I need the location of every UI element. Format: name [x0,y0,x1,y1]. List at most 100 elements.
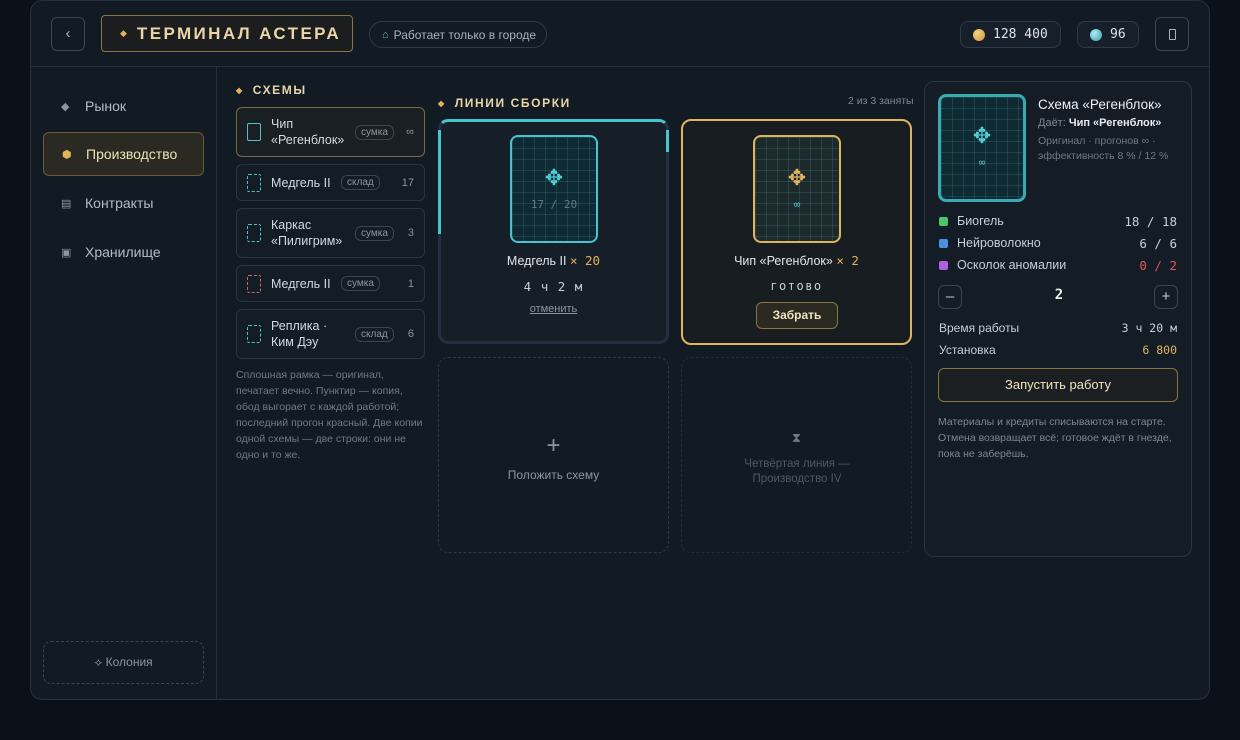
scheme-item[interactable]: Каркас «Пилигрим» сумка 3 [236,208,425,258]
credits-value: 128 400 [993,27,1048,42]
ready-line-qty: × 2 [836,253,859,268]
hourglass-icon: ⧗ [791,430,802,445]
detail-meta: Оригинал · прогонов ∞ · эффективность 8 … [1038,135,1169,162]
time-remaining: 4 ч 2 м [523,279,584,294]
scheme-location-tag: склад [355,326,394,342]
city-only-text: Работает только в городе [393,27,537,42]
schemes-heading: ◆ СХЕМЫ [236,83,307,97]
terminal-window: ‹ ◆ ТЕРМИНАЛ АСТЕРА ⌂ Работает только в … [30,0,1210,700]
material-row: Биогель 18 / 18 [939,211,1177,231]
launch-work-button[interactable]: Запустить работу [938,368,1178,402]
scheme-name: Медгель II [271,276,331,291]
detail-note: Материалы и кредиты списываются на старт… [938,416,1172,460]
empty-line-slot[interactable]: + Положить схему [438,357,669,553]
detail-title: Схема «Регенблок» [1038,97,1162,112]
blueprint-copy-icon [247,224,261,242]
sidebar: ◆ Рынок ⬢ Производство ▤ Контракты ▣ Хра… [31,67,217,699]
scheme-item[interactable]: Реплика · Ким Дэу склад 6 [236,309,425,359]
blueprint-copy-icon [247,173,261,192]
scheme-name: Реплика · Ким Дэу [271,319,328,349]
move-arrows-icon: ✥ [787,165,807,190]
sidebar-item-label: Хранилище [85,244,161,260]
sidebar-item-label: Контракты [85,195,154,211]
diamond-icon: ◆ [438,98,446,108]
scheme-name: Каркас «Пилигрим» [271,218,343,248]
scheme-name: Медгель II [271,175,331,190]
scheme-location-tag: сумка [355,124,394,140]
production-icon: ⬢ [62,148,72,161]
city-only-badge: ⌂ Работает только в городе [369,21,547,48]
infinite-runs: ∞ [978,156,986,169]
sidebar-item-storage[interactable]: ▣ Хранилище [43,230,204,274]
sidebar-item-label: Рынок [85,98,127,114]
ready-status: готово [770,279,823,293]
locked-line-slot: ⧗ Четвёртая линия — Производство IV [681,357,912,553]
runs-remaining: 17 / 20 [530,198,578,211]
scheme-runs-count: 17 [401,176,414,189]
diamond-icon: ◆ [120,28,127,38]
gives-value: Чип «Регенблок» [1068,117,1162,129]
active-line-title: Медгель II × 20 [441,253,666,268]
install-cost-value: 6 800 [1142,343,1177,357]
material-name: Нейроволокно [957,236,1041,250]
gems-value: 96 [1110,27,1126,42]
empty-slot-label: Положить схему [507,468,600,482]
scheme-item[interactable]: Чип «Регенблок» сумка ∞ [236,107,425,157]
back-button[interactable]: ‹ [51,17,85,51]
infinite-runs: ∞ [793,198,801,211]
scheme-runs-count: 6 [407,328,414,340]
material-swatch [939,238,948,248]
quantity-value[interactable]: 2 [1035,287,1083,303]
install-cost-row: Установка 6 800 [939,340,1177,360]
colony-button[interactable]: ⟡ Колония [43,641,204,684]
quantity-decrease-button[interactable]: – [938,285,962,309]
work-time-label: Время работы [939,321,1020,335]
active-blueprint-slot: ✥ 17 / 20 [510,135,598,243]
line-progress-rim [438,130,441,234]
sidebar-item-production[interactable]: ⬢ Производство [43,132,204,176]
phone-button[interactable] [1155,17,1189,51]
assembly-line-active[interactable]: ✥ 17 / 20 Медгель II × 20 4 ч 2 м отмени… [438,119,669,344]
move-arrows-icon: ✥ [972,123,992,148]
contracts-icon: ▤ [61,197,72,210]
lines-heading-text: ЛИНИИ СБОРКИ [454,96,571,110]
scheme-item[interactable]: Медгель II сумка 1 [236,265,425,302]
move-arrows-icon: ✥ [544,165,564,190]
schemes-heading-text: СХЕМЫ [252,83,307,97]
scheme-item[interactable]: Медгель II склад 17 [236,164,425,201]
blueprint-copy-icon [247,325,261,343]
active-line-name: Медгель II [506,254,567,268]
material-swatch [939,216,948,226]
top-bar: ‹ ◆ ТЕРМИНАЛ АСТЕРА ⌂ Работает только в … [31,1,1209,67]
material-row: Нейроволокно 6 / 6 [939,233,1177,253]
assembly-line-ready[interactable]: ✥ ∞ Чип «Регенблок» × 2 готово Забрать [681,119,912,345]
quantity-increase-button[interactable]: + [1154,285,1178,309]
material-row: Осколок аномалии 0 / 2 [939,255,1177,275]
lines-heading: ◆ ЛИНИИ СБОРКИ [438,96,571,110]
scheme-location-tag: сумка [341,276,380,291]
scheme-runs-count: ∞ [406,126,414,138]
schemes-legend-note: Сплошная рамка — оригинал, печатает вечн… [236,369,423,461]
active-line-qty: × 20 [569,253,601,268]
diamond-icon: ◆ [236,85,244,95]
chevron-left-icon: ‹ [65,25,71,42]
page-title: ТЕРМИНАЛ АСТЕРА [136,23,342,43]
sidebar-item-market[interactable]: ◆ Рынок [43,84,204,128]
blueprint-last-run-icon [247,274,261,293]
blueprint-original-icon [247,123,261,141]
material-swatch [939,260,948,270]
work-time-value: 3 ч 20 м [1121,321,1177,335]
market-icon: ◆ [61,100,70,113]
sidebar-item-contracts[interactable]: ▤ Контракты [43,181,204,225]
ready-blueprint-slot: ✥ ∞ [753,135,841,243]
terminal-title: ◆ ТЕРМИНАЛ АСТЕРА [101,15,353,52]
detail-gives: Даёт: Чип «Регенблок» [1038,117,1161,129]
material-amount: 18 / 18 [1124,213,1177,229]
collect-button[interactable]: Забрать [756,302,838,329]
cancel-link[interactable]: отменить [441,303,666,315]
gems-balance: 96 [1077,21,1139,48]
scheme-location-tag: сумка [355,225,394,241]
lines-occupancy: 2 из 3 заняты [848,95,914,107]
scheme-runs-count: 1 [407,277,414,290]
scheme-name: Чип «Регенблок» [271,117,345,147]
